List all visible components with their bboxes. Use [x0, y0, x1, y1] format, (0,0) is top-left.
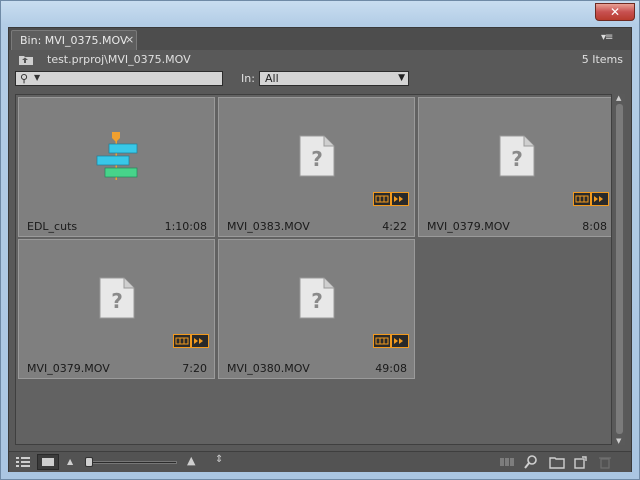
tab-close-icon[interactable]: × — [125, 33, 134, 46]
item-duration: 7:20 — [182, 362, 207, 375]
bin-item-clip[interactable]: ? MVI_0380.MOV 49:08 — [218, 239, 415, 379]
tab-bin[interactable]: Bin: MVI_0375.MOV × — [11, 30, 137, 50]
bin-path: test.prproj\MVI_0375.MOV — [47, 53, 191, 66]
panel-menu-icon[interactable]: ▾≡ — [601, 32, 613, 43]
bin-item-sequence[interactable]: EDL_cuts 1:10:08 — [18, 97, 215, 237]
item-name: MVI_0379.MOV — [27, 362, 110, 375]
sequence-icon — [96, 132, 138, 180]
item-duration: 8:08 — [582, 220, 607, 233]
icon-view-icon — [42, 458, 54, 466]
item-duration: 49:08 — [375, 362, 407, 375]
window-close-button[interactable]: ✕ — [595, 3, 635, 21]
svg-text:?: ? — [311, 289, 323, 313]
search-dropdown-icon[interactable]: ▼ — [34, 73, 40, 82]
chevron-down-icon: ▼ — [398, 73, 405, 83]
audio-video-badge-icon — [373, 192, 409, 206]
filter-selected-value: All — [265, 72, 279, 85]
item-name: EDL_cuts — [27, 220, 78, 233]
svg-text:?: ? — [511, 147, 523, 171]
bin-toolbar: ▲ ▲ ⇕ — [9, 451, 631, 472]
item-name: MVI_0383.MOV — [227, 220, 310, 233]
offline-file-icon: ? — [299, 135, 335, 177]
item-name: MVI_0379.MOV — [427, 220, 510, 233]
filter-select[interactable]: All ▼ — [259, 71, 409, 86]
list-view-icon[interactable] — [15, 454, 31, 470]
folder-up-icon[interactable] — [19, 54, 33, 65]
tab-label: Bin: MVI_0375.MOV — [20, 34, 128, 47]
sort-icon[interactable]: ⇕ — [215, 454, 223, 470]
filter-label: In: — [241, 72, 255, 85]
bin-panel: Bin: MVI_0375.MOV × ▾≡ test.prproj\MVI_0… — [8, 27, 632, 472]
tab-strip: Bin: MVI_0375.MOV × ▾≡ — [9, 28, 631, 50]
trash-icon[interactable] — [597, 454, 613, 470]
item-duration: 1:10:08 — [164, 220, 207, 233]
automate-to-sequence-icon[interactable] — [499, 454, 515, 470]
bin-icon-grid: EDL_cuts 1:10:08 ? MVI_0383.MOV 4:22 ? M… — [15, 94, 612, 445]
svg-text:?: ? — [311, 147, 323, 171]
offline-file-icon: ? — [99, 277, 135, 319]
audio-video-badge-icon — [173, 334, 209, 348]
bin-item-clip[interactable]: ? MVI_0383.MOV 4:22 — [218, 97, 415, 237]
item-name: MVI_0380.MOV — [227, 362, 310, 375]
new-item-icon[interactable] — [573, 454, 589, 470]
zoom-out-icon[interactable]: ▲ — [67, 457, 73, 473]
offline-file-icon: ? — [299, 277, 335, 319]
path-row: test.prproj\MVI_0375.MOV 5 Items — [9, 50, 631, 70]
zoom-in-icon[interactable]: ▲ — [187, 454, 195, 470]
zoom-slider-handle[interactable] — [85, 457, 93, 467]
items-count: 5 Items — [581, 53, 623, 66]
bin-item-clip[interactable]: ? MVI_0379.MOV 8:08 — [418, 97, 611, 237]
vertical-scrollbar[interactable]: ▲ ▼ — [614, 94, 625, 445]
new-bin-icon[interactable] — [549, 454, 565, 470]
audio-video-badge-icon — [373, 334, 409, 348]
scrollbar-thumb[interactable] — [616, 104, 623, 434]
audio-video-badge-icon — [573, 192, 609, 206]
icon-view-button[interactable] — [37, 454, 59, 470]
bin-item-clip[interactable]: ? MVI_0379.MOV 7:20 — [18, 239, 215, 379]
zoom-slider[interactable] — [85, 461, 177, 464]
scroll-down-icon[interactable]: ▼ — [616, 437, 621, 445]
search-input[interactable]: ⚲ ▼ — [15, 71, 223, 86]
svg-text:?: ? — [111, 289, 123, 313]
item-duration: 4:22 — [382, 220, 407, 233]
search-icon: ⚲ — [20, 72, 29, 85]
offline-file-icon: ? — [499, 135, 535, 177]
scroll-up-icon[interactable]: ▲ — [616, 94, 621, 102]
find-icon[interactable] — [523, 454, 539, 470]
